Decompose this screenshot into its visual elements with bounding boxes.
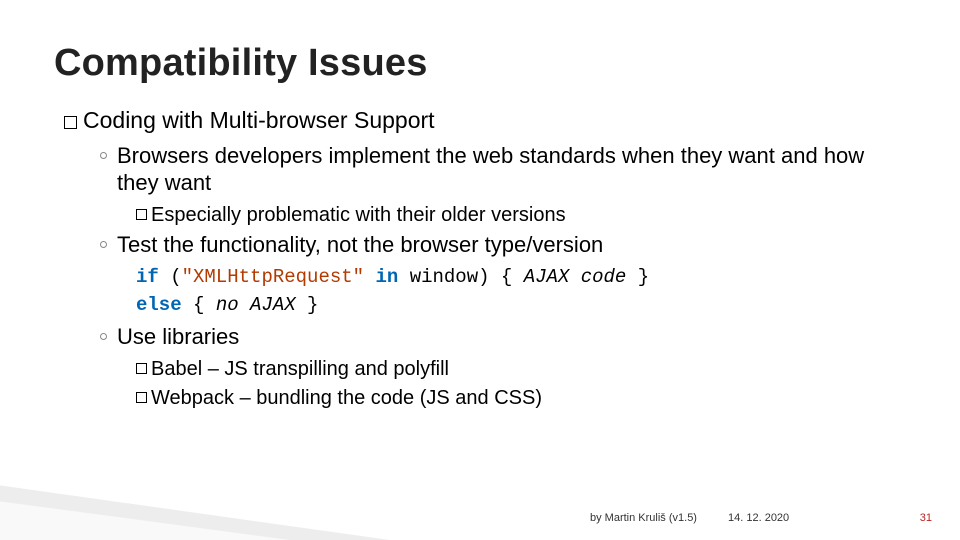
slide: Compatibility Issues Coding with Multi-b… — [0, 0, 960, 540]
footer-date: 14. 12. 2020 — [728, 512, 789, 524]
code-brace: { — [182, 294, 216, 316]
code-string: "XMLHttpRequest" — [182, 266, 364, 288]
code-kw-if: if — [136, 266, 159, 288]
bullet-coding-text: Coding with Multi-browser Support — [83, 107, 435, 133]
bullet-browsers-text: Browsers developers implement the web st… — [117, 143, 906, 197]
square-small-bullet-icon — [136, 363, 147, 374]
square-small-bullet-icon — [136, 392, 147, 403]
bullet-test-text: Test the functionality, not the browser … — [117, 232, 603, 259]
square-small-bullet-icon — [136, 209, 147, 220]
bullet-older: Especially problematic with their older … — [136, 203, 906, 228]
ring-bullet-icon — [100, 333, 107, 340]
bullet-coding-lead: Coding — [83, 107, 156, 133]
code-noajax: no AJAX — [216, 294, 296, 316]
bullet-older-text: Especially problematic with their older … — [151, 203, 566, 228]
bullet-test: Test the functionality, not the browser … — [100, 232, 906, 259]
bullet-webpack-text: Webpack – bundling the code (JS and CSS) — [151, 386, 542, 411]
decorative-wedge — [0, 484, 410, 540]
bullet-browsers: Browsers developers implement the web st… — [100, 143, 906, 197]
code-window: window) { — [410, 266, 513, 288]
bullet-babel: Babel – JS transpilling and polyfill — [136, 357, 906, 382]
square-bullet-icon — [64, 116, 77, 129]
code-kw-in: in — [375, 266, 398, 288]
slide-title: Compatibility Issues — [54, 42, 906, 85]
ring-bullet-icon — [100, 152, 107, 159]
bullet-webpack: Webpack – bundling the code (JS and CSS) — [136, 386, 906, 411]
bullet-coding: Coding with Multi-browser Support — [64, 107, 906, 133]
code-line-1: if ("XMLHttpRequest" in window) { AJAX c… — [136, 265, 906, 291]
code-ajax: AJAX code — [524, 266, 627, 288]
footer-author: by Martin Kruliš (v1.5) — [590, 512, 697, 524]
bullet-libs-text: Use libraries — [117, 324, 239, 351]
bullet-babel-text: Babel – JS transpilling and polyfill — [151, 357, 449, 382]
code-close1: } — [626, 266, 649, 288]
code-close2: } — [296, 294, 319, 316]
code-kw-else: else — [136, 294, 182, 316]
code-line-2: else { no AJAX } — [136, 293, 906, 319]
bullet-coding-rest: with Multi-browser Support — [156, 107, 435, 133]
bullet-libs: Use libraries — [100, 324, 906, 351]
ring-bullet-icon — [100, 241, 107, 248]
footer-page-number: 31 — [920, 512, 932, 524]
